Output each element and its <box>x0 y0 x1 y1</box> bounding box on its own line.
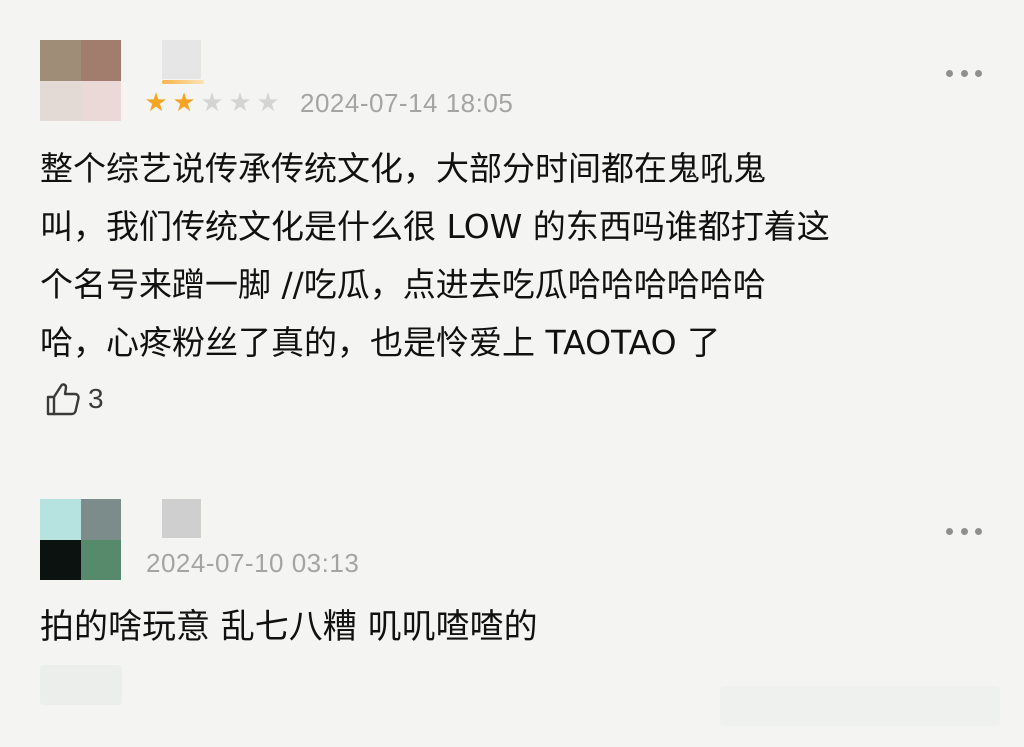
menu-dot <box>975 527 982 535</box>
truncated-content-placeholder <box>720 686 1000 726</box>
like-count: 3 <box>88 383 104 414</box>
star-icon: ★ <box>172 88 196 118</box>
user-level-badge <box>162 80 204 84</box>
comment-text: 拍的啥玩意 乱七八糟 叽叽喳喳的 <box>40 598 538 656</box>
ellipsis-icon[interactable] <box>946 68 982 78</box>
menu-dot <box>946 69 953 77</box>
comment-text-line: 整个综艺说传承传统文化，大部分时间都在鬼吼鬼 <box>40 149 766 188</box>
star-rating: ★ ★ ★ ★ ★ <box>142 88 282 118</box>
username-redacted[interactable] <box>162 40 201 79</box>
comment-text: 整个综艺说传承传统文化，大部分时间都在鬼吼鬼 叫，我们传统文化是什么很 LOW … <box>40 140 830 372</box>
menu-dot <box>960 69 968 77</box>
comment-text-line: 叫，我们传统文化是什么很 LOW 的东西吗谁都打着这 <box>40 207 830 246</box>
comment-timestamp: 2024-07-14 18:05 <box>300 88 514 118</box>
avatar-tile <box>80 539 121 580</box>
menu-dot <box>960 527 968 535</box>
username-redacted[interactable] <box>162 499 201 538</box>
avatar-tile <box>40 80 81 121</box>
avatar[interactable] <box>40 499 121 580</box>
menu-dot <box>975 69 982 77</box>
ellipsis-icon[interactable] <box>946 526 982 536</box>
avatar-tile <box>40 40 81 81</box>
avatar-tile <box>80 40 121 81</box>
avatar-tile <box>80 499 121 540</box>
star-icon: ★ <box>200 88 224 118</box>
star-icon: ★ <box>228 88 252 118</box>
like-button[interactable]: 3 <box>44 380 104 418</box>
star-icon: ★ <box>144 88 168 118</box>
thumbs-up-icon <box>46 383 80 416</box>
avatar-tile <box>80 80 121 121</box>
menu-dot <box>946 527 953 535</box>
avatar-tile <box>40 499 81 540</box>
truncated-content-placeholder <box>40 665 122 705</box>
avatar[interactable] <box>40 40 121 121</box>
avatar-tile <box>40 539 81 580</box>
comment-text-line: 个名号来蹭一脚 //吃瓜，点进去吃瓜哈哈哈哈哈哈 <box>40 265 766 304</box>
comment-card: ★ ★ ★ ★ ★ 2024-07-14 18:05 整个综艺说传承传统文化，大部分时间… <box>0 0 1024 460</box>
star-icon: ★ <box>256 88 280 118</box>
comment-text-line: 拍的啥玩意 乱七八糟 叽叽喳喳的 <box>40 607 538 647</box>
comment-text-line: 哈，心疼粉丝了真的，也是怜爱上 TAOTAO 了 <box>40 323 721 362</box>
comment-timestamp: 2024-07-10 03:13 <box>146 548 360 578</box>
